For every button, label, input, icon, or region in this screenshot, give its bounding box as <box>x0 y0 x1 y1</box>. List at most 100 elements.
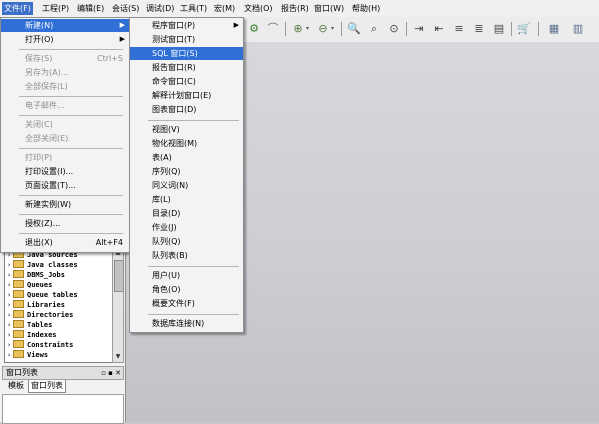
menu-item-test-window[interactable]: 测试窗口(T) <box>130 33 243 46</box>
menu-item-diagram-window[interactable]: 图表窗口(D) <box>130 103 243 116</box>
menu-item-report-window[interactable]: 报告窗口(R) <box>130 61 243 74</box>
menu-separator <box>19 214 123 215</box>
menu-item-save-as: 另存为(A)... <box>25 68 69 77</box>
tree-item[interactable]: › Views <box>7 350 48 360</box>
tile-windows-icon[interactable]: ▦ <box>546 21 562 37</box>
menu-item-profile[interactable]: 概要文件(F) <box>130 297 243 310</box>
menu-item-print: 打印(P) <box>25 153 53 162</box>
menu-item-table[interactable]: 表(A) <box>130 151 243 164</box>
uncomment-icon[interactable]: ≣ <box>471 21 487 37</box>
menu-separator <box>19 195 123 196</box>
menu-item-role[interactable]: 角色(O) <box>130 283 243 296</box>
toolbar-separator <box>538 22 539 36</box>
menu-item-view[interactable]: 视图(V) <box>130 123 243 136</box>
tree-item[interactable]: › Java classes <box>7 260 78 270</box>
menu-item-print-setup[interactable]: 打印设置(I)... <box>1 165 129 178</box>
menu-item-explain-plan-window[interactable]: 解释计划窗口(E) <box>130 89 243 102</box>
tree-item[interactable]: › Tables <box>7 320 52 330</box>
new-submenu: 程序窗口(P) ▶ 测试窗口(T) SQL 窗口(S) 报告窗口(R) 命令窗口(… <box>129 17 244 333</box>
menu-separator <box>148 120 239 121</box>
menu-item-new[interactable]: 新建(N) ▶ <box>1 19 129 32</box>
menu-item-save: 保存(S) Ctrl+S <box>25 54 123 63</box>
menu-item-close-all: 全部关闭(E) <box>25 134 69 143</box>
menu-window[interactable]: 窗口(W) <box>312 2 346 15</box>
menu-bar: 文件(F) 工程(P) 编辑(E) 会话(S) 调试(D) 工具(T) 宏(M)… <box>0 0 599 18</box>
menu-report[interactable]: 报告(R) <box>279 2 311 15</box>
unindent-icon[interactable]: ⇤ <box>431 21 447 37</box>
menu-item-email: 电子邮件... <box>25 101 65 110</box>
format-icon[interactable]: ▤ <box>491 21 507 37</box>
menu-item-sql-window[interactable]: SQL 窗口(S) <box>130 47 243 60</box>
zoom-icon[interactable]: ⊙ <box>386 21 402 37</box>
rollback-dropdown-icon[interactable]: ▾ <box>331 22 337 36</box>
scroll-thumb[interactable] <box>114 260 124 292</box>
cascade-windows-icon[interactable]: ▥ <box>570 21 586 37</box>
cart-icon[interactable]: 🛒 <box>516 21 532 37</box>
menu-document[interactable]: 文档(O) <box>242 2 275 15</box>
submenu-arrow-icon: ▶ <box>119 21 125 29</box>
commit-icon[interactable]: ⊕ <box>290 21 306 37</box>
tree-item[interactable]: › Queues <box>7 280 52 290</box>
menu-item-new-instance[interactable]: 新建实例(W) <box>1 198 129 211</box>
window-list-body <box>2 394 124 424</box>
break-icon[interactable]: ⌒ <box>265 21 281 37</box>
folder-icon <box>13 260 24 268</box>
menu-item-sequence[interactable]: 序列(Q) <box>130 165 243 178</box>
tree-item[interactable]: › Directories <box>7 310 73 320</box>
execute-icon[interactable]: ⚙ <box>246 21 262 37</box>
menu-macro[interactable]: 宏(M) <box>212 2 237 15</box>
panel-controls-icon[interactable]: ▫ ▪ ✕ <box>101 367 121 379</box>
scroll-down-icon[interactable]: ▼ <box>113 352 123 362</box>
menu-item-database-link[interactable]: 数据库连接(N) <box>130 317 243 330</box>
toolbar-separator <box>511 22 512 36</box>
menu-tools[interactable]: 工具(T) <box>178 2 209 15</box>
menu-help[interactable]: 帮助(H) <box>350 2 382 15</box>
folder-icon <box>13 290 24 298</box>
tree-item[interactable]: › DBMS_Jobs <box>7 270 65 280</box>
menu-separator <box>148 266 239 267</box>
menu-item-exit[interactable]: 退出(X) Alt+F4 <box>1 236 129 249</box>
object-browser-tree[interactable]: › Java sources › Java classes › DBMS_Jobs ›… <box>4 247 114 363</box>
commit-dropdown-icon[interactable]: ▾ <box>306 22 312 36</box>
indent-icon[interactable]: ⇥ <box>411 21 427 37</box>
menu-item-synonym[interactable]: 同义词(N) <box>130 179 243 192</box>
folder-icon <box>13 270 24 278</box>
tree-item[interactable]: › Indexes <box>7 330 57 340</box>
tree-item[interactable]: › Queue tables <box>7 290 78 300</box>
menu-item-directory[interactable]: 目录(D) <box>130 207 243 220</box>
comment-icon[interactable]: ≡ <box>451 21 467 37</box>
menu-project[interactable]: 工程(P) <box>40 2 71 15</box>
menu-item-library[interactable]: 库(L) <box>130 193 243 206</box>
menu-item-user[interactable]: 用户(U) <box>130 269 243 282</box>
rollback-icon[interactable]: ⊖ <box>315 21 331 37</box>
menu-item-command-window[interactable]: 命令窗口(C) <box>130 75 243 88</box>
toolbar-separator <box>341 22 342 36</box>
menu-item-page-setup[interactable]: 页面设置(T)... <box>1 179 129 192</box>
menu-separator <box>19 115 123 116</box>
find-replace-icon[interactable]: ⌕ <box>366 21 382 37</box>
tab-window-list[interactable]: 窗口列表 <box>28 380 66 393</box>
menu-debug[interactable]: 调试(D) <box>144 2 176 15</box>
tab-template[interactable]: 模板 <box>6 380 26 392</box>
menu-session[interactable]: 会话(S) <box>110 2 141 15</box>
menu-item-queue[interactable]: 队列(Q) <box>130 235 243 248</box>
tree-scrollbar[interactable]: ▲ ▼ <box>112 247 124 363</box>
menu-file[interactable]: 文件(F) <box>2 2 33 15</box>
menu-edit[interactable]: 编辑(E) <box>75 2 106 15</box>
folder-icon <box>13 300 24 308</box>
menu-item-program-window[interactable]: 程序窗口(P) ▶ <box>130 19 243 32</box>
tree-item[interactable]: › Libraries <box>7 300 65 310</box>
window-list-header: 窗口列表 ▫ ▪ ✕ <box>2 366 124 380</box>
menu-item-materialized-view[interactable]: 物化视图(M) <box>130 137 243 150</box>
toolbar-separator <box>406 22 407 36</box>
folder-icon <box>13 280 24 288</box>
menu-item-open[interactable]: 打开(O) ▶ <box>1 33 129 46</box>
tree-item[interactable]: › Constraints <box>7 340 73 350</box>
window-list-tabs: 模板 窗口列表 <box>2 380 122 393</box>
menu-separator <box>19 148 123 149</box>
menu-item-license[interactable]: 授权(Z)... <box>1 217 129 230</box>
menu-item-queue-table[interactable]: 队列表(B) <box>130 249 243 262</box>
menu-item-job[interactable]: 作业(J) <box>130 221 243 234</box>
file-menu: 新建(N) ▶ 打开(O) ▶ 保存(S) Ctrl+S 另存为(A)... 全部保存… <box>0 17 130 253</box>
search-icon[interactable]: 🔍 <box>346 21 362 37</box>
